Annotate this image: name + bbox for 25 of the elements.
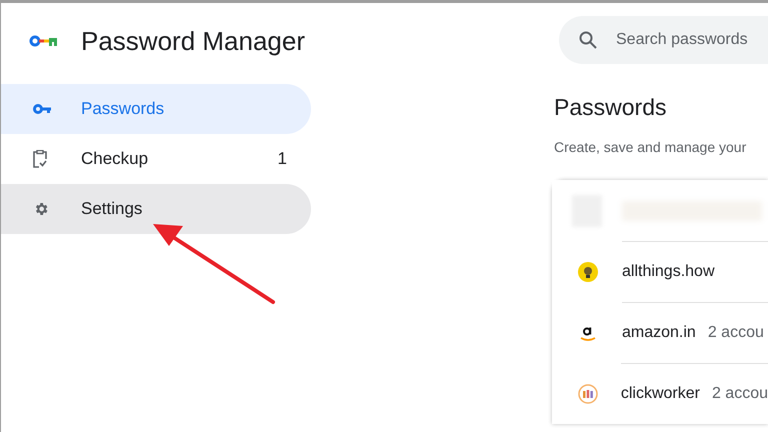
app-title: Password Manager <box>81 24 305 58</box>
page-description: Create, save and manage your <box>554 138 748 157</box>
site-name: amazon.in <box>622 323 696 343</box>
key-icon <box>33 104 51 114</box>
password-row[interactable]: allthings.how <box>552 241 768 302</box>
search-field[interactable]: Search passwords <box>559 16 768 64</box>
site-name: clickworker <box>620 384 700 404</box>
password-row[interactable]: amazon.in 2 accou <box>552 302 768 363</box>
sidebar-label: Checkup <box>81 148 148 170</box>
sidebar-item[interactable]: Settings <box>1 184 311 234</box>
site-name: allthings.how <box>622 262 714 282</box>
account-count: 2 accou <box>708 323 764 343</box>
account-count: 2 accou <box>712 384 768 404</box>
people-icon <box>578 384 598 404</box>
settings-icon <box>33 201 49 217</box>
lightbulb-icon <box>578 262 598 282</box>
page-heading: Passwords <box>554 93 668 122</box>
password-row[interactable]: clickworker 2 accou <box>552 363 768 424</box>
sidebar-item[interactable]: Passwords <box>1 84 311 134</box>
search-icon <box>579 31 597 49</box>
issue-count: 1 <box>278 148 287 170</box>
sidebar-label: Settings <box>81 198 142 220</box>
sidebar-label: Passwords <box>81 98 164 120</box>
clipboard-check-icon <box>33 150 47 168</box>
key-logo-icon <box>29 35 57 47</box>
